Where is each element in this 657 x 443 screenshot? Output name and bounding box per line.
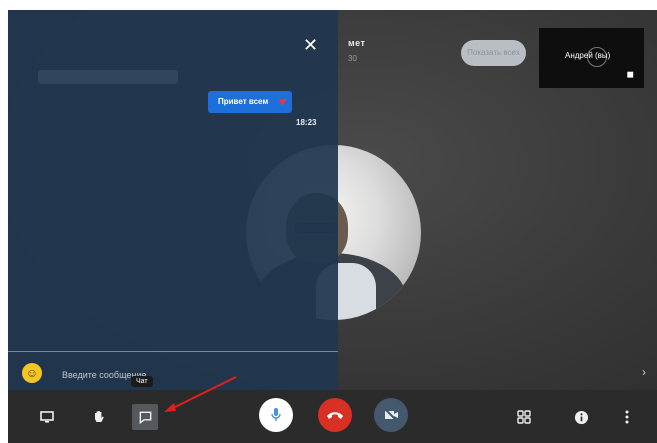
camera-button[interactable] bbox=[374, 398, 408, 432]
meeting-sub-fragment: 30 bbox=[348, 54, 357, 63]
more-vert-icon[interactable] bbox=[614, 404, 640, 430]
meeting-name-fragment: мет bbox=[348, 38, 366, 48]
divider bbox=[8, 351, 338, 352]
self-video-tile[interactable]: Андрей (вы) ◼ bbox=[539, 28, 644, 88]
mic-button[interactable] bbox=[259, 398, 293, 432]
self-name: Андрей (вы) bbox=[565, 51, 611, 60]
chat-button[interactable] bbox=[132, 404, 158, 430]
end-call-button[interactable] bbox=[318, 398, 352, 432]
close-icon[interactable]: ✕ bbox=[303, 36, 318, 54]
present-screen-icon[interactable] bbox=[34, 404, 60, 430]
grid-view-icon[interactable] bbox=[511, 404, 537, 430]
chat-title-placeholder bbox=[38, 70, 178, 84]
raise-hand-icon[interactable] bbox=[86, 404, 112, 430]
chat-message-time: 18:23 bbox=[296, 118, 317, 127]
heart-icon: ♥ bbox=[278, 94, 287, 109]
chat-message-text: Привет всем bbox=[218, 97, 269, 106]
chevron-right-icon[interactable]: › bbox=[642, 365, 646, 379]
show-all-pill[interactable]: Показать всех bbox=[461, 40, 526, 66]
mic-muted-icon: ◼ bbox=[626, 69, 634, 79]
chat-tooltip: Чат bbox=[131, 376, 153, 387]
chat-panel: ✕ Привет всем ♥ 18:23 ☺ bbox=[8, 10, 338, 390]
chat-message: Привет всем ♥ bbox=[208, 91, 293, 113]
camera-off-icon bbox=[384, 408, 398, 422]
end-call-icon bbox=[327, 412, 343, 419]
bottom-toolbar bbox=[8, 390, 657, 443]
chat-message-input[interactable] bbox=[60, 366, 324, 384]
info-icon[interactable] bbox=[568, 404, 594, 430]
mic-icon bbox=[271, 408, 281, 421]
chat-icon bbox=[139, 411, 151, 424]
emoji-icon[interactable]: ☺ bbox=[22, 363, 42, 383]
meeting-window: мет 30 Показать всех Андрей (вы) ◼ › ✕ П… bbox=[8, 10, 657, 443]
